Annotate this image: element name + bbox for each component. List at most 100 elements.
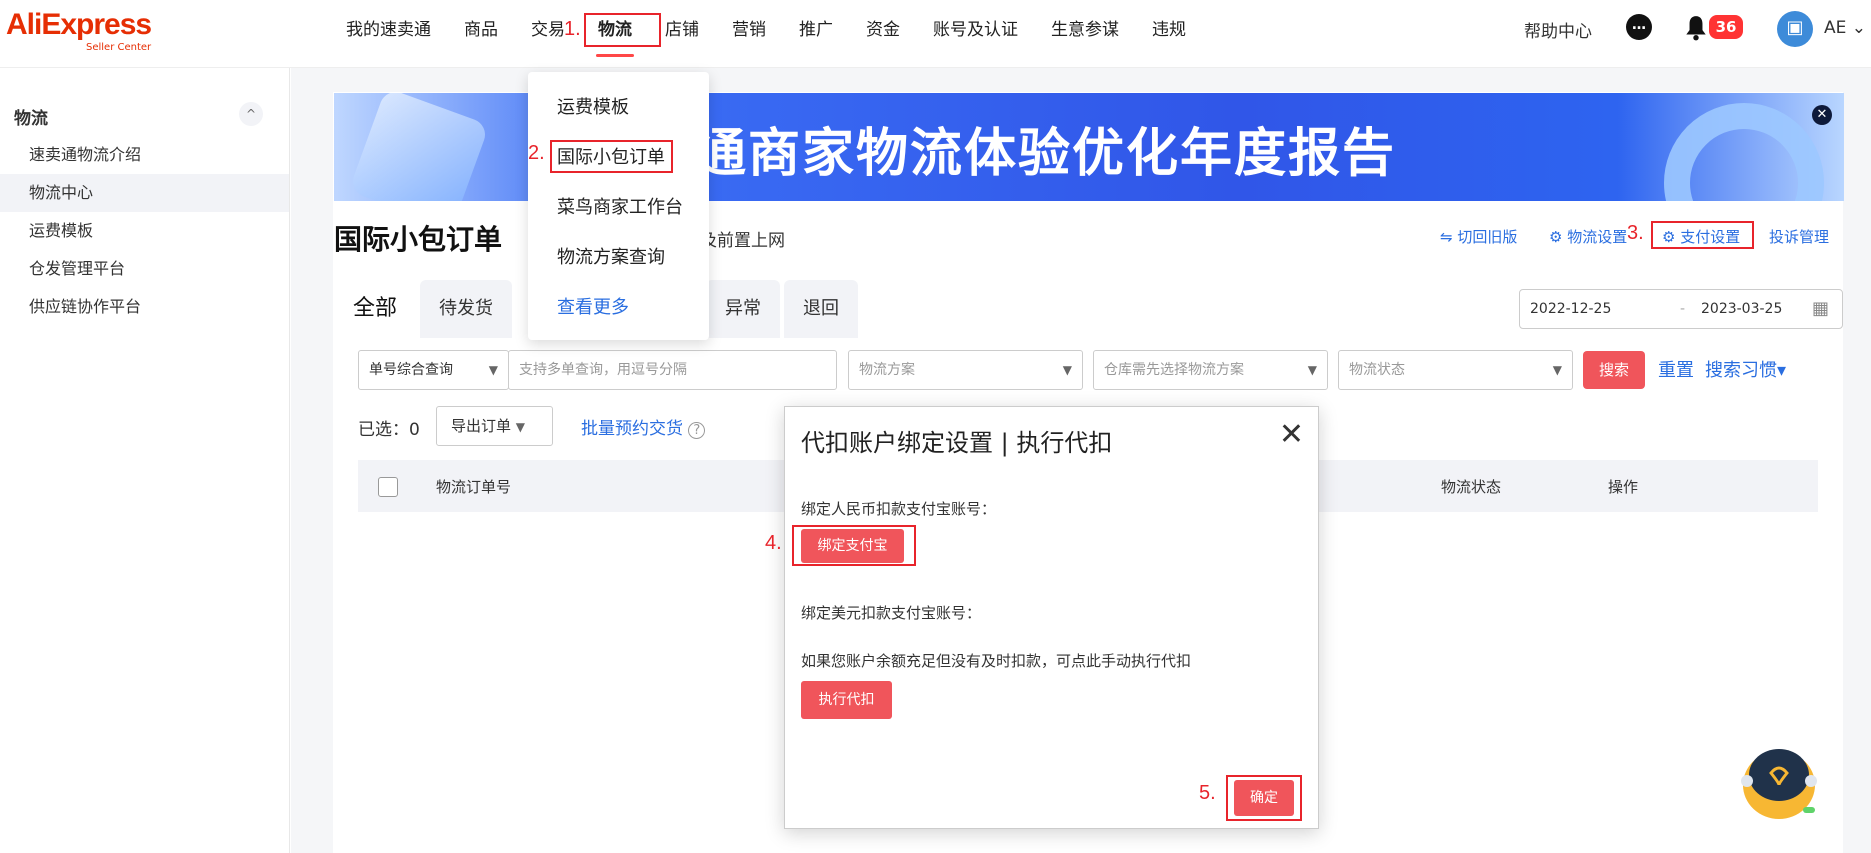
page-note: 及前置上网 xyxy=(700,231,785,251)
menu-item-see-more[interactable]: 查看更多 xyxy=(557,293,629,319)
menu-item-cainiao-workbench[interactable]: 菜鸟商家工作台 xyxy=(557,193,683,219)
manual-withhold-hint: 如果您账户余额充足但没有及时扣款，可点此手动执行代扣 xyxy=(801,652,1192,670)
search-button[interactable]: 搜索 xyxy=(1583,351,1645,389)
logistics-plan-select[interactable]: 物流方案 ▼ xyxy=(848,350,1083,390)
date-start: 2022-12-25 xyxy=(1530,301,1612,317)
sidebar-item-warehouse[interactable]: 仓发管理平台 xyxy=(0,250,289,288)
step-4-marker: 4. xyxy=(765,532,782,554)
menu-item-shipping-template[interactable]: 运费模板 xyxy=(557,93,629,119)
top-bar: AliExpress Seller Center 我的速卖通 商品 交易 物流 … xyxy=(0,0,1871,68)
caret-down-icon: ▼ xyxy=(1307,363,1317,377)
usd-account-label: 绑定美元扣款支付宝账号： xyxy=(801,604,982,622)
batch-booking-link[interactable]: 批量预约交货 ? xyxy=(581,414,706,439)
bell-icon[interactable] xyxy=(1683,14,1709,42)
step-5-marker: 5. xyxy=(1199,782,1216,804)
menu-item-plan-query[interactable]: 物流方案查询 xyxy=(557,243,665,269)
step-4-highlight xyxy=(792,525,916,566)
export-orders-button[interactable]: 导出订单 ▼ xyxy=(436,406,553,446)
date-end: 2023-03-25 xyxy=(1701,301,1783,317)
banner-text: 通商家物流体验优化年度报告 xyxy=(694,124,1397,184)
nav-promotion[interactable]: 推广 xyxy=(799,16,833,46)
logistics-plan-value: 物流方案 xyxy=(859,362,915,378)
selected-count-value: 0 xyxy=(409,420,420,440)
switch-old-version-link[interactable]: ⇋ 切回旧版 xyxy=(1440,226,1517,247)
caret-down-icon: ▼ xyxy=(1062,363,1072,377)
nav-funds[interactable]: 资金 xyxy=(866,16,900,46)
caret-down-icon: ▼ xyxy=(1552,363,1562,377)
date-range-picker[interactable]: 2022-12-25 - 2023-03-25 ▦ xyxy=(1519,289,1843,329)
query-type-select[interactable]: 单号综合查询 ▼ xyxy=(358,350,509,390)
step-2-highlight xyxy=(550,140,673,173)
chevron-up-icon[interactable]: ^ xyxy=(239,102,263,126)
user-name-text: AE xyxy=(1824,18,1847,38)
banner-ring-graphic xyxy=(1664,103,1824,201)
nav-store[interactable]: 店铺 xyxy=(665,16,699,46)
logistics-dropdown-menu: 运费模板 国际小包订单 菜鸟商家工作台 物流方案查询 查看更多 xyxy=(528,72,709,340)
nav-products[interactable]: 商品 xyxy=(464,16,498,46)
query-input[interactable]: 支持多单查询，用逗号分隔 xyxy=(508,350,837,390)
user-name[interactable]: AE ⌄ xyxy=(1824,18,1866,38)
avatar[interactable]: ▣ xyxy=(1777,11,1813,47)
step-5-highlight xyxy=(1226,775,1302,821)
tab-all[interactable]: 全部 xyxy=(334,280,417,338)
execute-withhold-button[interactable]: 执行代扣 xyxy=(801,681,892,719)
nav-marketing[interactable]: 营销 xyxy=(732,16,766,46)
warehouse-select[interactable]: 仓库需先选择物流方案 ▼ xyxy=(1093,350,1328,390)
sidebar-item-intro[interactable]: 速卖通物流介绍 xyxy=(0,136,289,174)
complaints-link[interactable]: 投诉管理 xyxy=(1769,226,1829,247)
close-icon[interactable]: ✕ xyxy=(1812,105,1832,125)
sidebar-item-shipping-template[interactable]: 运费模板 xyxy=(0,212,289,250)
logistics-status-value: 物流状态 xyxy=(1349,362,1405,378)
calendar-icon: ▦ xyxy=(1812,298,1830,319)
caret-down-icon: ▼ xyxy=(488,363,498,377)
aliexpress-logo[interactable]: AliExpress Seller Center xyxy=(6,8,152,53)
col-actions: 操作 xyxy=(1608,478,1639,496)
caret-down-icon: ▼ xyxy=(515,420,526,434)
date-separator: - xyxy=(1680,301,1686,317)
step-1-marker: 1. xyxy=(564,18,581,40)
reset-link[interactable]: 重置 xyxy=(1658,356,1694,382)
nav-business-advisor[interactable]: 生意参谋 xyxy=(1051,16,1119,46)
banner-cube-graphic xyxy=(348,93,490,201)
logistics-status-select[interactable]: 物流状态 ▼ xyxy=(1338,350,1573,390)
sidebar: 物流 ^ 速卖通物流介绍 物流中心 运费模板 仓发管理平台 供应链协作平台 xyxy=(0,68,290,853)
chat-icon[interactable]: … xyxy=(1626,14,1652,40)
query-type-value: 单号综合查询 xyxy=(369,362,453,378)
step-2-marker: 2. xyxy=(528,142,545,164)
cny-account-label: 绑定人民币扣款支付宝账号： xyxy=(801,500,997,518)
logistics-settings-link[interactable]: ⚙ 物流设置 xyxy=(1549,226,1627,247)
nav-account[interactable]: 账号及认证 xyxy=(933,16,1018,46)
logo-brand: AliExpress xyxy=(6,8,152,41)
select-all-checkbox[interactable] xyxy=(378,477,398,497)
sidebar-item-logistics-center[interactable]: 物流中心 xyxy=(0,174,289,212)
nav-my-aliexpress[interactable]: 我的速卖通 xyxy=(346,16,431,46)
payment-settings-link[interactable]: ⚙ 支付设置 xyxy=(1662,226,1740,247)
tab-pending[interactable]: 待发货 xyxy=(420,280,513,338)
main-nav: 我的速卖通 商品 交易 物流 店铺 营销 推广 资金 账号及认证 生意参谋 违规 xyxy=(346,16,1219,57)
search-habit-label: 搜索习惯 xyxy=(1705,360,1777,381)
notification-badge: 36 xyxy=(1709,15,1743,39)
withholding-settings-modal: 代扣账户绑定设置 | 执行代扣 ✕ 绑定人民币扣款支付宝账号： 绑定支付宝 绑定… xyxy=(784,406,1319,829)
page-title: 国际小包订单 xyxy=(334,223,503,256)
search-habit-link[interactable]: 搜索习惯▾ xyxy=(1705,356,1786,382)
modal-title: 代扣账户绑定设置 | 执行代扣 xyxy=(801,429,1113,457)
selected-count: 已选：0 xyxy=(358,415,420,440)
assistant-mascot-icon[interactable] xyxy=(1733,737,1823,825)
sidebar-item-supply-chain[interactable]: 供应链协作平台 xyxy=(0,288,289,326)
close-icon[interactable]: ✕ xyxy=(1279,417,1304,452)
step-3-marker: 3. xyxy=(1627,222,1644,244)
help-icon[interactable]: ? xyxy=(688,422,706,439)
step-1-highlight xyxy=(584,13,661,47)
help-center-link[interactable]: 帮助中心 xyxy=(1524,17,1592,42)
tab-returned[interactable]: 退回 xyxy=(784,280,859,338)
warehouse-value: 仓库需先选择物流方案 xyxy=(1104,362,1244,378)
nav-trade[interactable]: 交易 xyxy=(531,16,565,46)
selected-label: 已选： xyxy=(358,420,409,440)
payment-settings-label: 支付设置 xyxy=(1680,228,1741,246)
sidebar-title: 物流 xyxy=(14,109,48,129)
logistics-settings-label: 物流设置 xyxy=(1567,228,1628,246)
nav-violations[interactable]: 违规 xyxy=(1152,16,1186,46)
batch-booking-label: 批量预约交货 xyxy=(581,419,683,439)
logo-sub: Seller Center xyxy=(86,42,152,53)
tab-exception[interactable]: 异常 xyxy=(706,280,781,338)
